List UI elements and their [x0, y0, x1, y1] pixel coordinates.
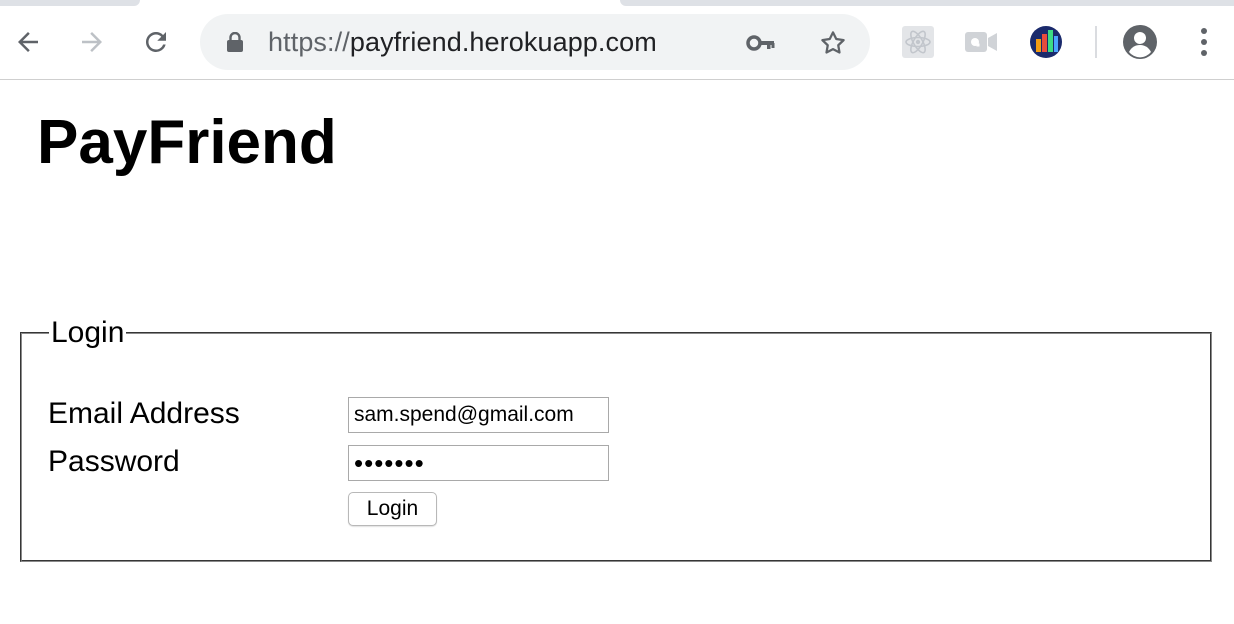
tab-strip-right: [620, 0, 1234, 6]
url-host: payfriend.herokuapp.com: [349, 27, 657, 57]
back-icon[interactable]: [10, 24, 46, 60]
toolbar-divider: [1095, 26, 1097, 58]
page-title: PayFriend: [37, 108, 337, 177]
quicktime-icon[interactable]: [961, 22, 1001, 62]
forward-icon[interactable]: [74, 24, 110, 60]
react-devtools-icon[interactable]: [898, 22, 938, 62]
menu-dots-icon[interactable]: [1184, 22, 1224, 62]
login-fieldset: Login: [20, 318, 1212, 562]
login-legend: Login: [51, 316, 125, 349]
extension-chart-icon[interactable]: [1026, 22, 1066, 62]
url-scheme: https://: [268, 27, 350, 57]
password-masked-value: •••••••: [354, 448, 425, 478]
url-text[interactable]: https://payfriend.herokuapp.com: [268, 27, 657, 58]
address-bar[interactable]: https://payfriend.herokuapp.com: [200, 14, 870, 70]
profile-icon[interactable]: [1120, 22, 1160, 62]
password-label: Password: [48, 445, 180, 478]
email-label: Email Address: [48, 397, 240, 430]
lock-icon[interactable]: [226, 31, 244, 57]
email-field[interactable]: [348, 397, 609, 433]
bookmark-star-icon[interactable]: [818, 28, 848, 58]
tab-strip-left: [0, 0, 140, 6]
password-field[interactable]: •••••••: [348, 445, 609, 481]
login-button[interactable]: Login: [348, 492, 437, 526]
reload-icon[interactable]: [138, 24, 174, 60]
key-icon[interactable]: [746, 28, 776, 58]
browser-toolbar: https://payfriend.herokuapp.com: [0, 0, 1234, 80]
